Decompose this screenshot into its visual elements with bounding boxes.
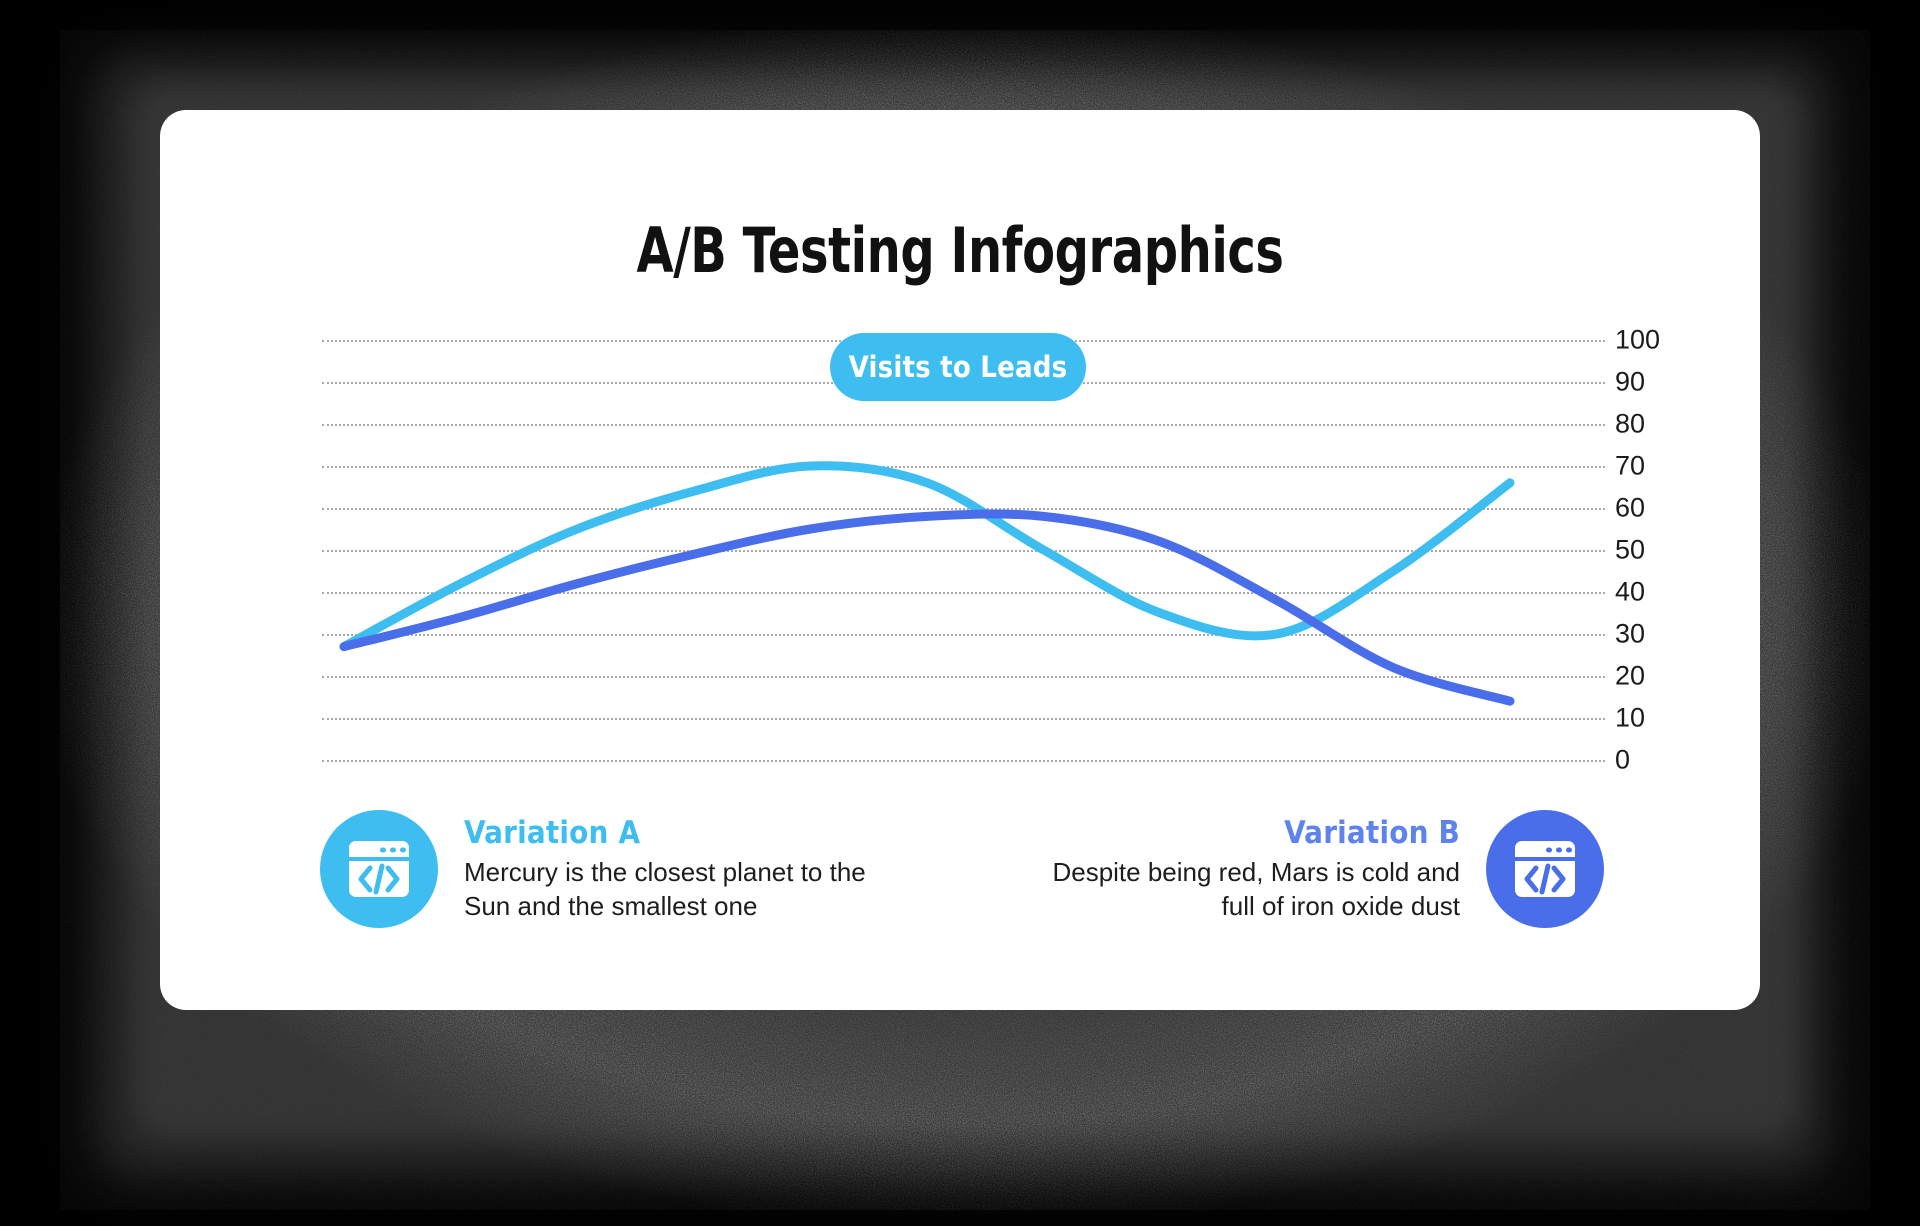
code-window-icon <box>1486 810 1604 928</box>
chart-lines-svg <box>339 461 1515 706</box>
y-axis-tick-label: 60 <box>1615 492 1646 523</box>
y-axis-tick-label: 80 <box>1615 408 1646 439</box>
infographic-card: A/B Testing Infographics 100 90 80 70 60 50 40… <box>160 110 1760 1010</box>
legend-variation-a[interactable]: Variation A Mercury is the closest plane… <box>320 810 884 928</box>
y-axis-tick-label: 10 <box>1615 702 1646 733</box>
y-axis-tick-label: 20 <box>1615 660 1646 691</box>
y-axis-tick-label: 90 <box>1615 366 1646 397</box>
y-axis-tick-label: 30 <box>1615 618 1646 649</box>
chart-badge-label: Visits to Leads <box>848 350 1068 384</box>
legend-text-variation-a: Variation A Mercury is the closest plane… <box>464 815 884 922</box>
legend-text-variation-b: Variation B Despite being red, Mars is c… <box>1040 815 1460 922</box>
screenshot-background: A/B Testing Infographics 100 90 80 70 60 50 40… <box>0 0 1920 1226</box>
legend-variation-b[interactable]: Variation B Despite being red, Mars is c… <box>1040 810 1604 928</box>
y-axis-tick-label: 40 <box>1615 576 1646 607</box>
page-title: A/B Testing Infographics <box>636 213 1284 287</box>
y-axis-tick-label: 0 <box>1615 744 1631 775</box>
y-axis-tick-label: 50 <box>1615 534 1646 565</box>
gridline <box>322 760 1605 762</box>
y-axis-labels: 100 90 80 70 60 50 40 30 20 10 0 <box>1615 326 1725 773</box>
chart-plot-area <box>322 340 1605 762</box>
y-axis-tick-label: 70 <box>1615 450 1646 481</box>
series-line-variation-a <box>339 461 1515 652</box>
legend-heading-variation-a: Variation A <box>464 815 641 852</box>
legend-heading-variation-b: Variation B <box>1284 815 1460 852</box>
code-window-icon <box>320 810 438 928</box>
chart-badge-visits-to-leads[interactable]: Visits to Leads <box>830 333 1086 401</box>
legend-description-variation-a: Mercury is the closest planet to the Sun… <box>464 857 866 921</box>
y-axis-tick-label: 100 <box>1615 324 1661 355</box>
legend-description-variation-b: Despite being red, Mars is cold and full… <box>1052 857 1460 921</box>
